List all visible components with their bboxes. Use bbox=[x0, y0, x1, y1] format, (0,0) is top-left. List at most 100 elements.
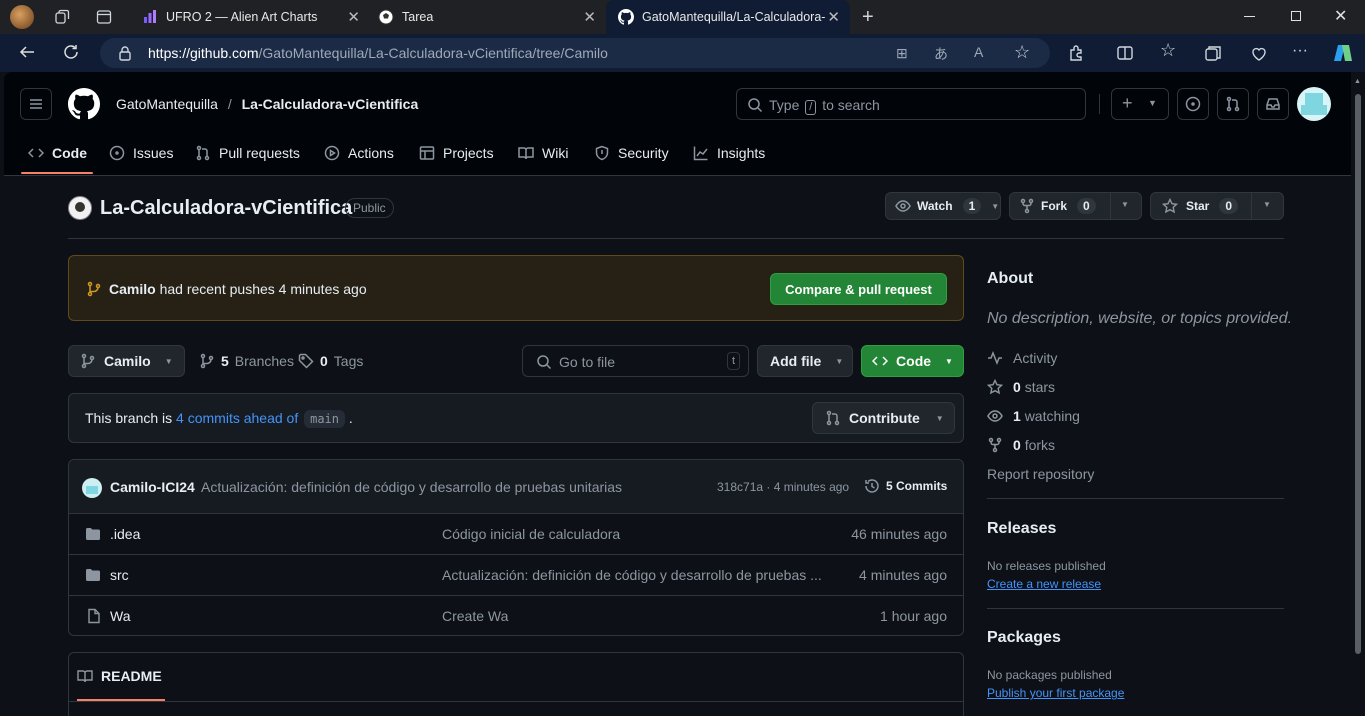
file-row[interactable]: .idea Código inicial de calculadora 46 m… bbox=[69, 513, 963, 554]
app-available-icon[interactable]: ⊞ bbox=[896, 45, 908, 62]
tab-code[interactable]: Code bbox=[28, 138, 87, 168]
activity-link[interactable]: Activity bbox=[987, 348, 1057, 368]
commits-history-link[interactable]: 5 Commits bbox=[864, 478, 947, 494]
tab-wiki[interactable]: Wiki bbox=[518, 138, 568, 168]
lock-icon[interactable] bbox=[118, 45, 132, 61]
star-button[interactable]: Star 0 ▼ bbox=[1150, 192, 1284, 220]
file-commit-message[interactable]: Create Wa bbox=[442, 608, 508, 624]
tab-pull-requests[interactable]: Pull requests bbox=[195, 138, 300, 168]
commit-message[interactable]: Actualización: definición de código y de… bbox=[201, 479, 622, 495]
user-avatar[interactable] bbox=[1297, 87, 1331, 121]
commit-meta[interactable]: 318c71a · 4 minutes ago bbox=[717, 480, 849, 494]
copilot-icon[interactable] bbox=[1332, 42, 1354, 64]
compare-pull-request-button[interactable]: Compare & pull request bbox=[770, 273, 947, 305]
commit-author[interactable]: Camilo-ICI24 bbox=[110, 479, 195, 495]
watch-button[interactable]: Watch 1 ▼ bbox=[885, 192, 1001, 220]
browser-essentials-icon[interactable] bbox=[1250, 44, 1268, 62]
file-commit-message[interactable]: Actualización: definición de código y de… bbox=[442, 567, 822, 583]
branch-selector[interactable]: Camilo ▼ bbox=[68, 345, 185, 377]
chevron-down-icon[interactable]: ▼ bbox=[1263, 200, 1271, 209]
packages-heading[interactable]: Packages bbox=[987, 629, 1061, 647]
releases-heading[interactable]: Releases bbox=[987, 520, 1056, 538]
file-name[interactable]: src bbox=[110, 567, 129, 583]
refresh-icon[interactable] bbox=[62, 43, 80, 61]
file-name[interactable]: .idea bbox=[110, 526, 140, 542]
create-release-link[interactable]: Create a new release bbox=[987, 577, 1101, 591]
chevron-down-icon[interactable]: ▼ bbox=[991, 202, 999, 211]
tab-github-repo[interactable]: GatoMantequilla/La-Calculadora- ✕ bbox=[606, 0, 850, 34]
workspaces-icon[interactable] bbox=[54, 9, 70, 25]
tab-projects[interactable]: Projects bbox=[419, 138, 494, 168]
chevron-down-icon[interactable]: ▼ bbox=[1121, 200, 1129, 209]
go-to-file-input[interactable]: Go to file t bbox=[522, 345, 749, 377]
tab-insights[interactable]: Insights bbox=[693, 138, 765, 168]
fork-count: 0 bbox=[1077, 198, 1096, 214]
star-icon bbox=[1162, 198, 1178, 214]
repo-title[interactable]: La-Calculadora-vCientifica bbox=[100, 197, 352, 220]
back-icon[interactable] bbox=[18, 43, 36, 61]
collections-icon[interactable] bbox=[1204, 44, 1222, 62]
commit-author-avatar[interactable] bbox=[82, 478, 102, 498]
file-table: Camilo-ICI24 Actualización: definición d… bbox=[68, 459, 964, 636]
file-row[interactable]: Wa Create Wa 1 hour ago bbox=[69, 595, 963, 635]
more-icon[interactable]: ··· bbox=[1292, 42, 1308, 60]
menu-button[interactable] bbox=[20, 88, 52, 120]
read-aloud-icon[interactable]: A bbox=[974, 44, 983, 60]
split-screen-icon[interactable] bbox=[1116, 44, 1134, 62]
file-name[interactable]: Wa bbox=[110, 608, 130, 624]
minimize-icon[interactable] bbox=[1244, 16, 1255, 17]
favorite-star-icon[interactable]: ☆ bbox=[1014, 42, 1030, 63]
branch-icon bbox=[81, 353, 95, 369]
file-commit-message[interactable]: Código inicial de calculadora bbox=[442, 526, 620, 542]
file-row[interactable]: src Actualización: definición de código … bbox=[69, 554, 963, 595]
restore-icon[interactable] bbox=[1291, 11, 1301, 21]
forks-link[interactable]: 0 forks bbox=[987, 435, 1055, 455]
create-new-button[interactable]: + ▼ bbox=[1111, 88, 1169, 120]
code-dropdown-button[interactable]: Code ▼ bbox=[861, 345, 964, 377]
eye-icon bbox=[895, 200, 911, 212]
publish-package-link[interactable]: Publish your first package bbox=[987, 686, 1124, 700]
favorites-icon[interactable]: ☆ bbox=[1160, 40, 1176, 61]
owner-link[interactable]: GatoMantequilla bbox=[116, 96, 218, 112]
commits-ahead-link[interactable]: 4 commits ahead of bbox=[176, 410, 298, 426]
tags-link[interactable]: 0 Tags bbox=[298, 353, 363, 369]
close-tab-icon[interactable]: ✕ bbox=[827, 8, 840, 26]
page-scrollbar[interactable]: ▲ bbox=[1351, 72, 1365, 716]
about-heading: About bbox=[987, 270, 1034, 287]
repo-link[interactable]: La-Calculadora-vCientifica bbox=[242, 96, 419, 112]
table-icon bbox=[419, 146, 435, 160]
breadcrumb: GatoMantequilla / La-Calculadora-vCienti… bbox=[116, 96, 418, 112]
close-tab-icon[interactable]: ✕ bbox=[347, 8, 360, 26]
address-bar[interactable]: https://github.com/GatoMantequilla/La-Ca… bbox=[100, 38, 1050, 68]
readme-tab[interactable]: README bbox=[77, 668, 162, 684]
tab-alien-art-charts[interactable]: UFRO 2 — Alien Art Charts ✕ bbox=[130, 0, 370, 34]
new-tab-icon[interactable]: + bbox=[862, 6, 874, 29]
tab-security[interactable]: Security bbox=[594, 138, 669, 168]
base-branch-code[interactable]: main bbox=[304, 410, 346, 428]
scrollbar-thumb[interactable] bbox=[1355, 94, 1361, 654]
translate-icon[interactable]: あ bbox=[934, 44, 948, 64]
close-window-icon[interactable]: ✕ bbox=[1334, 6, 1347, 26]
tab-actions[interactable]: Actions bbox=[324, 138, 394, 168]
tab-issues[interactable]: Issues bbox=[109, 138, 173, 168]
pull-requests-button[interactable] bbox=[1217, 88, 1249, 120]
stars-link[interactable]: 0 stars bbox=[987, 377, 1055, 397]
tab-tarea[interactable]: Tarea ✕ bbox=[366, 0, 606, 34]
repo-owner-avatar[interactable] bbox=[68, 196, 92, 220]
watching-link[interactable]: 1 watching bbox=[987, 406, 1080, 426]
search-input[interactable]: Type / to search bbox=[736, 88, 1086, 120]
fork-button[interactable]: Fork 0 ▼ bbox=[1009, 192, 1142, 220]
tab-actions-icon[interactable] bbox=[96, 9, 112, 25]
profile-avatar[interactable] bbox=[10, 5, 34, 29]
add-file-button[interactable]: Add file ▼ bbox=[757, 345, 853, 377]
chevron-down-icon: ▼ bbox=[164, 356, 173, 366]
readme-box: README bbox=[68, 652, 964, 716]
issues-button[interactable] bbox=[1177, 88, 1209, 120]
inbox-button[interactable] bbox=[1257, 88, 1289, 120]
contribute-button[interactable]: Contribute ▼ bbox=[812, 402, 955, 434]
report-repository-link[interactable]: Report repository bbox=[987, 466, 1094, 482]
extensions-icon[interactable] bbox=[1068, 44, 1086, 62]
close-tab-icon[interactable]: ✕ bbox=[583, 8, 596, 26]
github-logo-icon[interactable] bbox=[68, 88, 100, 120]
branches-link[interactable]: 5 Branches bbox=[199, 353, 294, 369]
